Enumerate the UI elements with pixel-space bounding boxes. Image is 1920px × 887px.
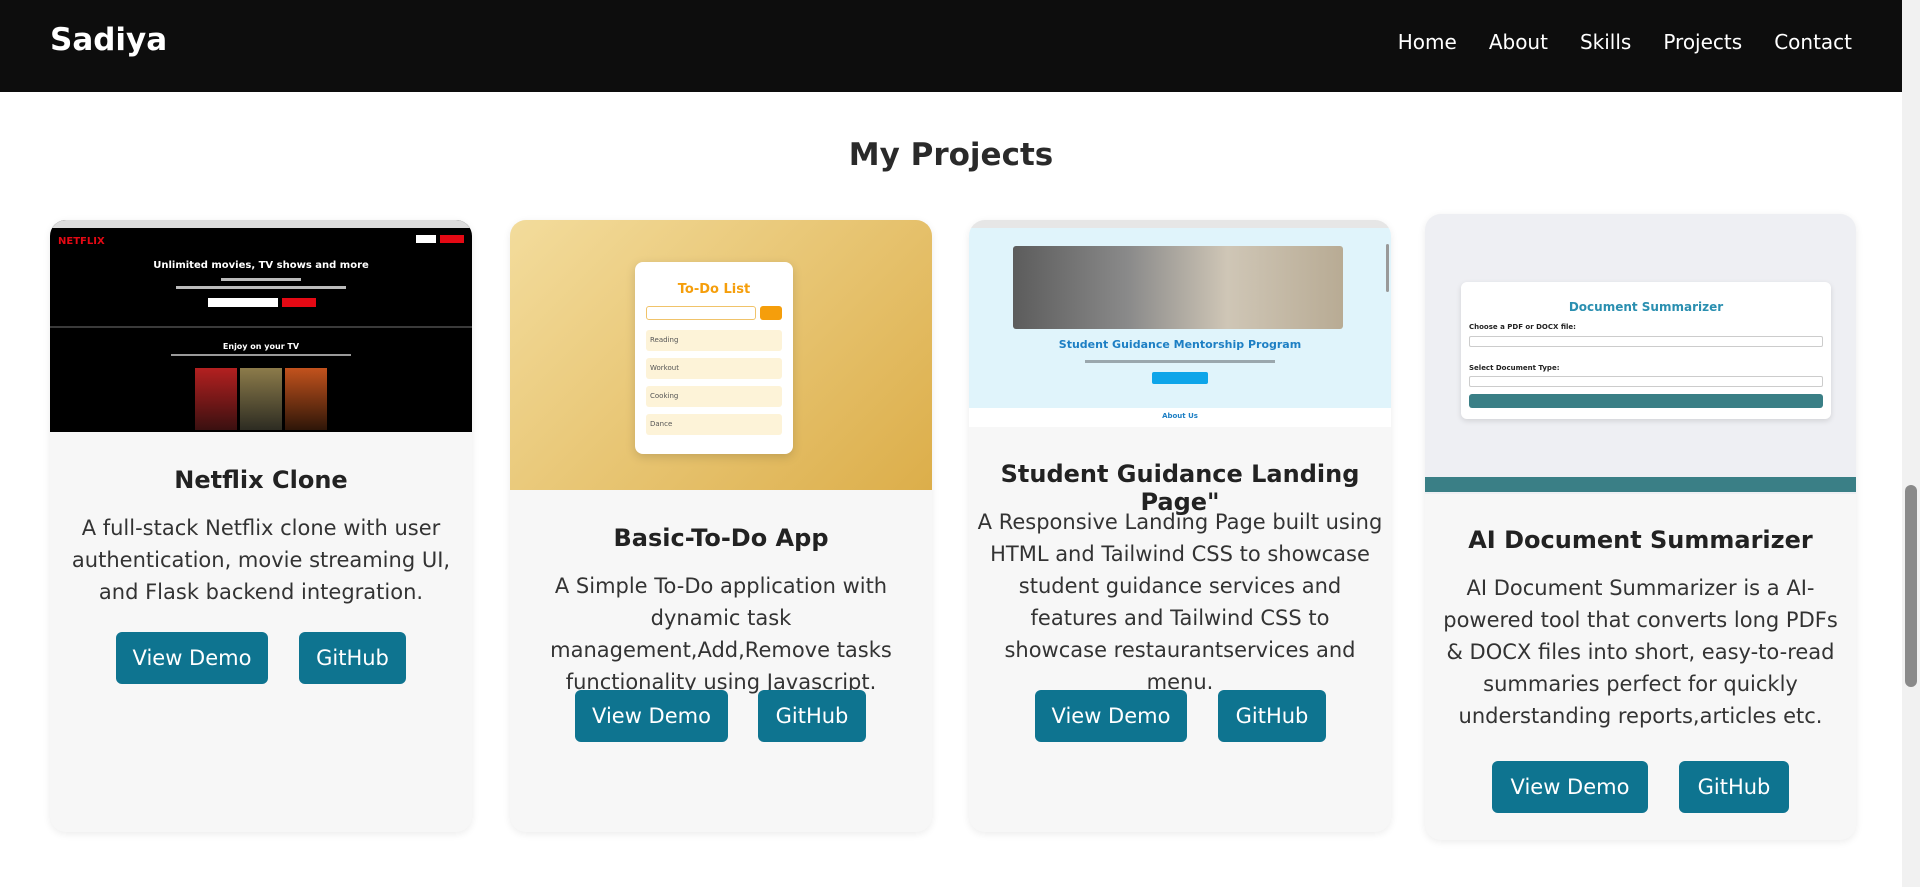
project-title: Netflix Clone — [174, 466, 348, 494]
github-button[interactable]: GitHub — [1679, 761, 1789, 813]
netflix-headline: Unlimited movies, TV shows and more — [153, 260, 369, 271]
student-preview-about: About Us — [1162, 412, 1198, 420]
summarizer-preview-heading: Document Summarizer — [1568, 300, 1724, 314]
view-demo-button[interactable]: View Demo — [1035, 690, 1187, 742]
brand-logo[interactable]: Sadiya — [50, 22, 167, 58]
nav-links: Home About Skills Projects Contact — [1398, 30, 1852, 54]
nav-link-projects[interactable]: Projects — [1663, 30, 1742, 54]
view-demo-button[interactable]: View Demo — [575, 690, 728, 742]
nav-link-about[interactable]: About — [1489, 30, 1548, 54]
project-title: AI Document Summarizer — [1468, 526, 1813, 554]
todo-item: Reading — [646, 330, 782, 351]
nav-link-skills[interactable]: Skills — [1580, 30, 1631, 54]
netflix-preview-image: NETFLIX Unlimited movies, TV shows and m… — [50, 220, 472, 432]
todo-item: Workout — [646, 358, 782, 379]
project-description: A Responsive Landing Page built using HT… — [977, 510, 1383, 694]
nav-link-contact[interactable]: Contact — [1774, 30, 1852, 54]
todo-preview-heading: To-Do List — [677, 282, 751, 297]
navbar: Sadiya Home About Skills Projects Contac… — [0, 0, 1902, 92]
github-button[interactable]: GitHub — [1218, 690, 1326, 742]
project-card-todo: To-Do List Reading Workout Cooking Dance… — [510, 220, 932, 832]
todo-item: Dance — [646, 414, 782, 435]
scrollbar-thumb[interactable] — [1905, 485, 1917, 687]
netflix-enjoy-text: Enjoy on your TV — [222, 342, 300, 351]
project-description: A full-stack Netflix clone with user aut… — [71, 516, 451, 604]
project-description: AI Document Summarizer is a AI-powered t… — [1443, 576, 1838, 728]
todo-preview-image: To-Do List Reading Workout Cooking Dance — [510, 220, 932, 490]
nav-link-home[interactable]: Home — [1398, 30, 1457, 54]
view-demo-button[interactable]: View Demo — [116, 632, 268, 684]
scrollbar-track[interactable] — [1902, 0, 1920, 887]
student-guidance-preview-image: Student Guidance Mentorship Program Abou… — [969, 220, 1391, 427]
summarizer-type-label: Select Document Type: — [1469, 364, 1560, 372]
student-preview-heading: Student Guidance Mentorship Program — [1058, 338, 1302, 351]
github-button[interactable]: GitHub — [299, 632, 406, 684]
summarizer-preview-image: Document Summarizer Choose a PDF or DOCX… — [1425, 214, 1856, 494]
project-card-student-guidance: Student Guidance Mentorship Program Abou… — [969, 220, 1391, 832]
project-card-netflix: NETFLIX Unlimited movies, TV shows and m… — [50, 220, 472, 832]
netflix-logo: NETFLIX — [58, 236, 105, 247]
view-demo-button[interactable]: View Demo — [1492, 761, 1648, 813]
project-description: A Simple To-Do application with dynamic … — [550, 574, 892, 694]
summarizer-file-label: Choose a PDF or DOCX file: — [1469, 323, 1576, 331]
project-title: Basic-To-Do App — [613, 524, 829, 552]
todo-item: Cooking — [646, 386, 782, 407]
github-button[interactable]: GitHub — [758, 690, 866, 742]
section-title: My Projects — [848, 137, 1054, 173]
project-card-ai-summarizer: Document Summarizer Choose a PDF or DOCX… — [1425, 214, 1856, 840]
